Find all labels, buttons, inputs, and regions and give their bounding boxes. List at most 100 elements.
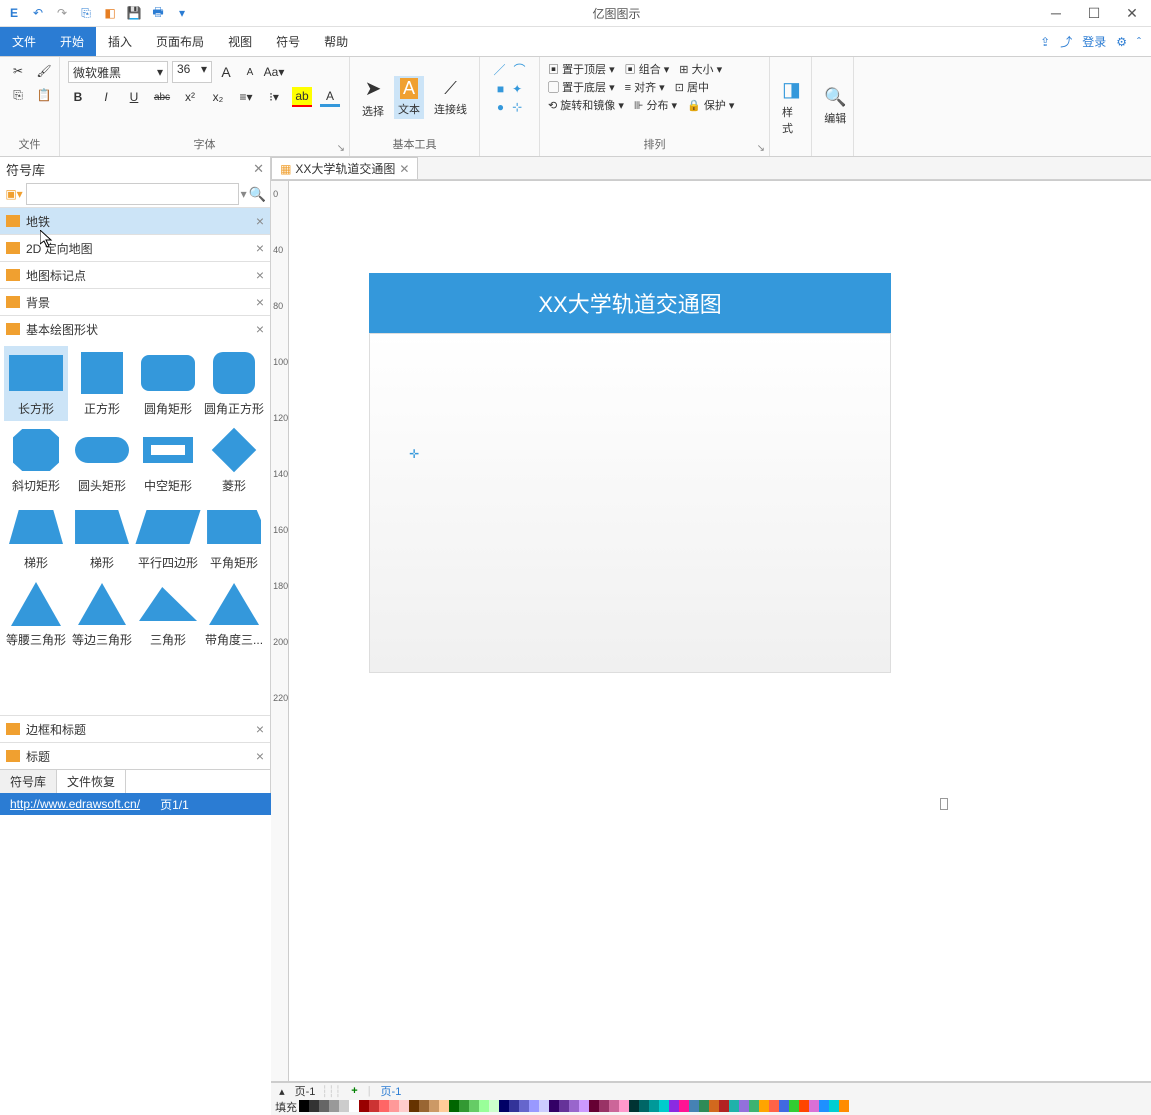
minimize-button[interactable]: ─ [1041, 5, 1071, 22]
palette-icon[interactable]: ◧ [100, 3, 120, 23]
shape-item-6[interactable]: 中空矩形 [136, 423, 200, 498]
status-url[interactable]: http://www.edrawsoft.cn/ [10, 797, 140, 811]
category-4[interactable]: 基本绘图形状× [0, 315, 270, 342]
superscript-icon[interactable]: x² [180, 87, 200, 107]
send-back-button[interactable]: ▢ 置于底层 ▾ [548, 79, 615, 95]
shape-item-5[interactable]: 圆头矩形 [70, 423, 134, 498]
zoom-slider[interactable] [910, 802, 1010, 806]
underline-button[interactable]: U [124, 87, 144, 107]
color-swatch[interactable] [379, 1100, 389, 1112]
search-dropdown-icon[interactable]: ▾ [241, 187, 247, 201]
color-swatch[interactable] [349, 1100, 359, 1112]
font-size-combo[interactable]: 36▾ [172, 61, 212, 83]
shape-item-3[interactable]: 圆角正方形 [202, 346, 266, 421]
ellipse-shape-icon[interactable]: ● [497, 100, 504, 114]
color-swatch[interactable] [299, 1100, 309, 1112]
group-button[interactable]: ▣ 组合 ▾ [625, 61, 670, 77]
paste-icon[interactable]: 📋 [34, 85, 54, 105]
color-swatch[interactable] [819, 1100, 829, 1112]
align-button[interactable]: ≡ 对齐 ▾ [625, 79, 665, 95]
color-swatch[interactable] [619, 1100, 629, 1112]
bottom-category-0[interactable]: 边框和标题× [0, 715, 270, 742]
color-swatch[interactable] [329, 1100, 339, 1112]
shape-item-11[interactable]: 平角矩形 [202, 500, 266, 575]
subscript-icon[interactable]: x₂ [208, 87, 228, 107]
library-icon[interactable]: ▣▾ [4, 184, 24, 204]
color-swatch[interactable] [689, 1100, 699, 1112]
color-swatch[interactable] [749, 1100, 759, 1112]
ruler-vertical[interactable]: 04080100120140160180200220 [271, 181, 289, 1081]
color-swatch[interactable] [609, 1100, 619, 1112]
bullets-icon[interactable]: ⁝▾ [264, 87, 284, 107]
search-icon[interactable]: 🔍 [249, 186, 266, 203]
color-swatch[interactable] [489, 1100, 499, 1112]
format-painter-icon[interactable]: 🖌 [34, 61, 54, 81]
color-swatch[interactable] [529, 1100, 539, 1112]
color-swatch[interactable] [649, 1100, 659, 1112]
color-swatch[interactable] [579, 1100, 589, 1112]
shape-item-1[interactable]: 正方形 [70, 346, 134, 421]
maximize-button[interactable]: ☐ [1079, 5, 1109, 22]
add-page-icon[interactable]: + [347, 1085, 361, 1097]
center-button[interactable]: ⊡ 居中 [675, 79, 709, 95]
color-swatch[interactable] [519, 1100, 529, 1112]
color-swatch[interactable] [409, 1100, 419, 1112]
tab-home[interactable]: 开始 [48, 27, 96, 56]
color-swatch[interactable] [659, 1100, 669, 1112]
cut-icon[interactable]: ✂ [8, 61, 28, 81]
color-swatch[interactable] [589, 1100, 599, 1112]
color-swatch[interactable] [669, 1100, 679, 1112]
highlight-icon[interactable]: ab [292, 87, 312, 107]
color-swatch[interactable] [799, 1100, 809, 1112]
document-tab[interactable]: ▦ XX大学轨道交通图 ✕ [271, 157, 418, 179]
shape-item-0[interactable]: 长方形 [4, 346, 68, 421]
color-swatch[interactable] [759, 1100, 769, 1112]
tab-layout[interactable]: 页面布局 [144, 27, 216, 56]
share-icon[interactable]: ⇪ [1040, 35, 1050, 49]
close-button[interactable]: ✕ [1117, 5, 1147, 22]
canvas[interactable]: XX大学轨道交通图 ✛ [289, 181, 1151, 1081]
diagram-main-box[interactable] [369, 333, 891, 673]
line-spacing-icon[interactable]: ≡▾ [236, 87, 256, 107]
bring-front-button[interactable]: ▣ 置于顶层 ▾ [548, 61, 615, 77]
more-icon[interactable]: ▾ [172, 3, 192, 23]
color-swatch[interactable] [599, 1100, 609, 1112]
document-tab-close-icon[interactable]: ✕ [399, 162, 409, 176]
connector-tool[interactable]: ⟋连接线 [430, 76, 471, 119]
tab-file-recovery[interactable]: 文件恢复 [57, 770, 126, 793]
color-swatch[interactable] [729, 1100, 739, 1112]
rotate-button[interactable]: ⟲ 旋转和镜像 ▾ [548, 97, 624, 113]
color-swatch[interactable] [459, 1100, 469, 1112]
search-input[interactable] [26, 183, 239, 205]
color-swatch[interactable] [699, 1100, 709, 1112]
color-swatch[interactable] [809, 1100, 819, 1112]
copy-icon[interactable]: ⎘ [8, 85, 28, 105]
color-swatch[interactable] [509, 1100, 519, 1112]
arrange-dialog-launcher-icon[interactable]: ↘ [757, 143, 765, 154]
line-shape-icon[interactable]: ／ [493, 61, 505, 78]
star-shape-icon[interactable]: ✦ [512, 82, 522, 96]
select-tool[interactable]: ➤选择 [358, 74, 388, 121]
export-icon[interactable]: ⎘ [76, 3, 96, 23]
color-swatch[interactable] [549, 1100, 559, 1112]
color-swatch[interactable] [469, 1100, 479, 1112]
color-swatch[interactable] [449, 1100, 459, 1112]
print-icon[interactable]: 🖶 [148, 3, 168, 23]
shape-item-7[interactable]: 菱形 [202, 423, 266, 498]
text-tool[interactable]: A文本 [394, 76, 424, 119]
shape-item-15[interactable]: 带角度三... [202, 577, 266, 652]
size-button[interactable]: ⊞ 大小 ▾ [679, 61, 722, 77]
category-close-icon[interactable]: × [256, 721, 264, 737]
arc-shape-icon[interactable]: ⌒ [514, 61, 526, 78]
color-swatch[interactable] [539, 1100, 549, 1112]
color-swatch[interactable] [679, 1100, 689, 1112]
shape-item-10[interactable]: 平行四边形 [136, 500, 200, 575]
rect-shape-icon[interactable]: ■ [497, 82, 504, 96]
cloud-icon[interactable]: ⤴ [1060, 33, 1072, 50]
tab-insert[interactable]: 插入 [96, 27, 144, 56]
shapes-panel[interactable]: 长方形正方形圆角矩形圆角正方形斜切矩形圆头矩形中空矩形菱形梯形梯形平行四边形平角… [0, 342, 270, 715]
save-icon[interactable]: 💾 [124, 3, 144, 23]
category-2[interactable]: 地图标记点× [0, 261, 270, 288]
color-swatch[interactable] [309, 1100, 319, 1112]
shape-item-14[interactable]: 三角形 [136, 577, 200, 652]
